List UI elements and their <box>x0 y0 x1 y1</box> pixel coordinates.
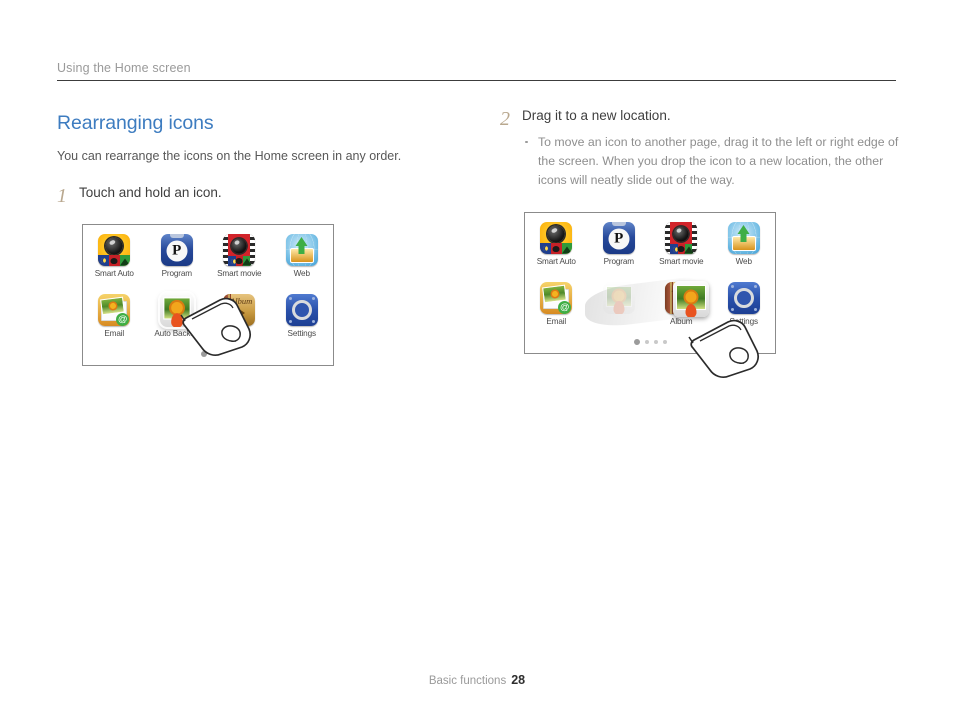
page-dot[interactable] <box>662 340 667 345</box>
left-column: Rearranging icons You can rearrange the … <box>57 112 457 367</box>
home-icon-settings[interactable]: Settings <box>273 294 331 354</box>
home-screen-illustration-step1: Smart Auto P Program Smart movie Web @ E… <box>82 224 334 367</box>
program-icon: P <box>160 234 193 267</box>
icon-label: Smart movie <box>217 269 262 279</box>
icon-label: Program <box>161 269 193 279</box>
step-text: Drag it to a new location. <box>522 108 671 123</box>
smart-movie-icon <box>223 234 256 267</box>
home-screen-illustration-step2: Smart Auto P Program Smart movie Web @ E… <box>524 212 776 379</box>
home-icon-auto-backup[interactable]: Auto Backup <box>148 293 206 354</box>
footer-section-name: Basic functions <box>428 675 507 687</box>
auto-backup-icon <box>673 281 709 318</box>
icon-grid: Smart Auto P Program Smart movie Web @ E… <box>525 222 775 342</box>
running-head: Using the Home screen <box>57 61 191 75</box>
home-icon-album[interactable]: Album Album <box>210 294 268 354</box>
page-indicator-dots[interactable] <box>83 351 333 358</box>
icon-label: Program <box>603 257 635 267</box>
manual-page: Using the Home screen Rearranging icons … <box>0 0 954 720</box>
smart-auto-icon <box>98 234 131 267</box>
auto-backup-icon <box>602 282 635 315</box>
home-icon-web[interactable]: Web <box>715 222 773 282</box>
step-bullet-list: To move an icon to another page, drag it… <box>522 133 900 190</box>
step-text: Touch and hold an icon. <box>79 185 222 201</box>
settings-icon <box>727 282 760 315</box>
home-icon-smart-auto[interactable]: Smart Auto <box>527 222 585 282</box>
step-1: 1 Touch and hold an icon. <box>57 185 457 206</box>
page-title: Rearranging icons <box>57 112 214 134</box>
icon-label: Web <box>293 269 310 279</box>
icon-label: Settings <box>287 329 317 339</box>
page-footer: Basic functions 28 <box>0 673 954 687</box>
step-number: 2 <box>500 108 510 130</box>
icon-label: Email <box>546 317 567 327</box>
icon-label: Auto Backup <box>154 329 200 339</box>
page-indicator-dots[interactable] <box>525 339 775 346</box>
email-icon: @ <box>98 294 131 327</box>
icon-label: Smart movie <box>659 257 704 267</box>
home-icon-program[interactable]: P Program <box>590 222 648 282</box>
step-2: 2 Drag it to a new location. To move an … <box>500 108 900 190</box>
section-subtitle: You can rearrange the icons on the Home … <box>57 149 402 163</box>
album-icon: Album <box>223 294 256 327</box>
page-dot-active[interactable] <box>200 351 207 358</box>
bullet-item: To move an icon to another page, drag it… <box>522 133 900 190</box>
dragged-icon[interactable] <box>673 281 709 318</box>
home-icon-settings[interactable]: Settings <box>715 282 773 342</box>
web-icon <box>727 222 760 255</box>
icon-label: Web <box>735 257 752 267</box>
icon-grid: Smart Auto P Program Smart movie Web @ E… <box>83 234 333 354</box>
footer-page-number: 28 <box>511 673 526 687</box>
home-icon-email[interactable]: @ Email <box>527 282 585 342</box>
home-icon-email[interactable]: @ Email <box>85 294 143 354</box>
home-icon-smart-movie[interactable]: Smart movie <box>210 234 268 294</box>
header-rule <box>57 80 896 81</box>
home-icon-smart-auto[interactable]: Smart Auto <box>85 234 143 294</box>
home-icon-web[interactable]: Web <box>273 234 331 294</box>
smart-auto-icon <box>540 222 573 255</box>
icon-label: Smart Auto <box>536 257 576 267</box>
web-icon <box>285 234 318 267</box>
settings-icon <box>285 294 318 327</box>
program-glyph: P <box>166 240 188 262</box>
step-number: 1 <box>57 185 67 208</box>
smart-movie-icon <box>665 222 698 255</box>
page-dot[interactable] <box>211 352 216 357</box>
home-icon-smart-movie[interactable]: Smart movie <box>652 222 710 282</box>
page-dot[interactable] <box>653 340 658 345</box>
page-dot-active[interactable] <box>633 339 640 346</box>
page-dot[interactable] <box>644 340 649 345</box>
icon-label: Smart Auto <box>94 269 134 279</box>
home-icon-auto-backup-ghost: Auto Backup <box>590 282 648 342</box>
icon-label: Album <box>670 317 693 327</box>
right-column: 2 Drag it to a new location. To move an … <box>500 108 900 379</box>
auto-backup-icon <box>159 293 194 328</box>
icon-label: Email <box>104 329 125 339</box>
program-icon: P <box>602 222 635 255</box>
icon-label: Settings <box>729 317 759 327</box>
icon-label: Album <box>228 329 251 339</box>
program-glyph: P <box>608 228 630 250</box>
email-at-glyph: @ <box>558 301 572 315</box>
home-icon-program[interactable]: P Program <box>148 234 206 294</box>
email-at-glyph: @ <box>116 313 130 327</box>
email-icon: @ <box>540 282 573 315</box>
